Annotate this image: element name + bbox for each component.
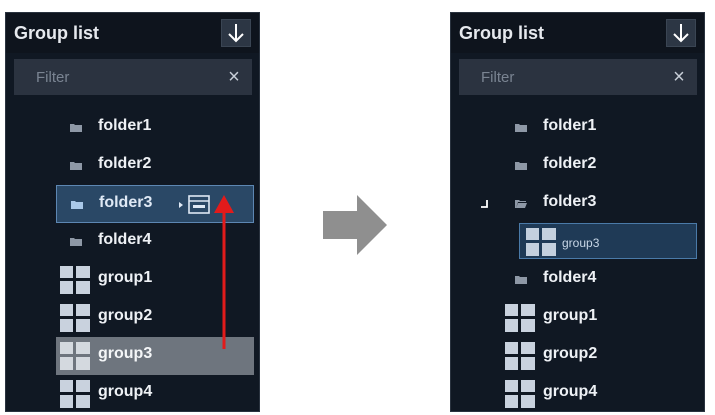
collapse-toggle-icon[interactable] <box>479 199 489 209</box>
panel-title: Group list <box>14 23 99 43</box>
folder-icon <box>515 276 527 284</box>
folder-icon <box>70 124 82 132</box>
tree-item-label: group3 <box>562 236 600 250</box>
tree-item-label: group4 <box>543 383 598 400</box>
download-button[interactable] <box>221 19 251 47</box>
tree-item-folder2[interactable]: folder2 <box>56 147 246 185</box>
tree-item-folder3[interactable]: folder3 <box>475 185 691 223</box>
tree-item-folder1[interactable]: folder1 <box>501 109 691 147</box>
right-arrow-icon <box>323 195 387 255</box>
tree-item-label: group2 <box>98 307 153 324</box>
filter-box: × <box>459 59 697 95</box>
group-list-panel-after: Group list × folder1 folder2 <box>450 12 705 412</box>
filter-input[interactable] <box>14 59 214 95</box>
folder-icon <box>70 162 82 170</box>
tree-item-label: folder2 <box>543 155 597 172</box>
group-drop-icon <box>179 195 210 214</box>
tree-item-label: group1 <box>98 269 153 286</box>
clear-filter-button[interactable]: × <box>669 67 689 87</box>
tree-item-label: folder2 <box>98 155 152 172</box>
group-grid-icon <box>505 342 535 370</box>
tree-item-label: folder3 <box>99 194 153 211</box>
tree-item-label: group1 <box>543 307 598 324</box>
group-grid-icon <box>60 266 90 294</box>
group-tree: folder1 folder2 folder3 group3 folder4 g… <box>451 99 704 409</box>
tree-item-group3[interactable]: group3 <box>519 223 697 259</box>
group-grid-icon <box>60 342 90 370</box>
tree-item-group4[interactable]: group4 <box>56 375 254 413</box>
tree-item-folder1[interactable]: folder1 <box>56 109 246 147</box>
group-grid-icon <box>60 304 90 332</box>
panel-title: Group list <box>459 23 544 43</box>
arrow-down-icon <box>228 24 244 43</box>
tree-item-label: group2 <box>543 345 598 362</box>
tree-item-label: folder1 <box>543 117 597 134</box>
tree-item-label: group4 <box>98 383 153 400</box>
panel-header: Group list <box>451 13 704 53</box>
close-icon: × <box>673 66 685 88</box>
tree-item-folder2[interactable]: folder2 <box>501 147 691 185</box>
group-grid-icon <box>60 380 90 408</box>
filter-box: × <box>14 59 252 95</box>
group-tree: folder1 folder2 folder3 folder4 group1 g… <box>6 99 259 409</box>
group-grid-icon <box>505 304 535 332</box>
folder-icon <box>515 162 527 170</box>
tree-item-group4[interactable]: group4 <box>501 375 699 413</box>
folder-icon <box>515 124 527 132</box>
tree-item-label: group3 <box>98 345 153 362</box>
group-list-panel-before: Group list × folder1 folder2 folder3 <box>5 12 260 412</box>
folder-icon <box>70 238 82 246</box>
tree-item-label: folder3 <box>543 193 597 210</box>
group-grid-icon <box>505 380 535 408</box>
group-grid-icon <box>526 228 556 256</box>
folder-open-icon <box>515 200 527 208</box>
folder-icon <box>71 201 83 209</box>
panel-header: Group list <box>6 13 259 53</box>
close-icon: × <box>228 66 240 88</box>
arrow-down-icon <box>673 24 689 43</box>
tree-item-label: folder4 <box>98 231 152 248</box>
filter-input[interactable] <box>459 59 659 95</box>
tree-item-group1[interactable]: group1 <box>501 299 699 337</box>
tree-item-folder4[interactable]: folder4 <box>501 261 691 299</box>
red-arrow-up-icon <box>214 195 234 349</box>
tree-item-label: folder4 <box>543 269 597 286</box>
download-button[interactable] <box>666 19 696 47</box>
clear-filter-button[interactable]: × <box>224 67 244 87</box>
tree-item-label: folder1 <box>98 117 152 134</box>
tree-item-group2[interactable]: group2 <box>501 337 699 375</box>
